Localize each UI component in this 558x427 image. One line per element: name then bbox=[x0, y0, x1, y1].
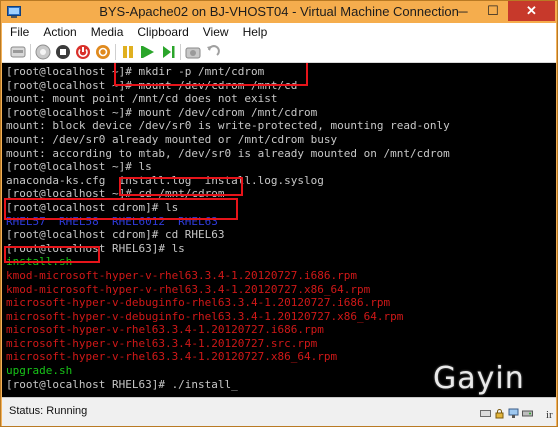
menu-clipboard[interactable]: Clipboard bbox=[129, 23, 194, 41]
terminal-line: microsoft-hyper-v-rhel63.3.4-1.20120727.… bbox=[6, 323, 324, 337]
maximize-button[interactable]: ☐ bbox=[478, 1, 508, 21]
status-bar: Status: Running bbox=[2, 397, 556, 426]
network-icon bbox=[508, 406, 519, 418]
terminal-line: microsoft-hyper-v-debuginfo-rhel63.3.4-1… bbox=[6, 309, 404, 323]
highlight-box bbox=[4, 246, 100, 263]
menu-help[interactable]: Help bbox=[235, 23, 274, 41]
terminal-line: [root@localhost cdrom]# cd RHEL63 bbox=[6, 228, 225, 242]
terminal-line: kmod-microsoft-hyper-v-rhel63.3.4-1.2012… bbox=[6, 268, 357, 282]
guest-console[interactable]: [root@localhost ~]# mkdir -p /mnt/cdrom … bbox=[2, 63, 556, 397]
menu-action[interactable]: Action bbox=[35, 23, 82, 41]
toolbar-separator bbox=[115, 44, 116, 60]
menu-file[interactable]: File bbox=[2, 23, 35, 41]
edge-text: ir bbox=[546, 409, 553, 421]
menu-view[interactable]: View bbox=[195, 23, 235, 41]
disk-icon bbox=[522, 406, 533, 417]
terminal-line: mount: mount point /mnt/cd does not exis… bbox=[6, 92, 278, 106]
highlight-box bbox=[114, 63, 308, 86]
close-button[interactable]: ✕ bbox=[508, 1, 555, 21]
menu-media[interactable]: Media bbox=[83, 23, 130, 41]
ctrl-alt-del-icon[interactable] bbox=[10, 44, 26, 60]
keyboard-icon bbox=[480, 406, 491, 417]
terminal-line: [root@localhost ~]# ls bbox=[6, 160, 152, 174]
resume-icon[interactable] bbox=[140, 44, 156, 60]
save-state-icon[interactable] bbox=[95, 44, 111, 60]
terminal-line: mount: /dev/sr0 already mounted or /mnt/… bbox=[6, 132, 338, 146]
lock-icon bbox=[494, 406, 505, 419]
terminal-line: mount: according to mtab, /dev/sr0 is al… bbox=[6, 146, 450, 160]
start-icon[interactable] bbox=[35, 44, 51, 60]
status-icons bbox=[480, 406, 533, 419]
toolbar bbox=[2, 41, 556, 63]
terminal-prompt-text: [root@localhost RHEL63]# ./install bbox=[6, 377, 232, 391]
terminal-line: kmod-microsoft-hyper-v-rhel63.3.4-1.2012… bbox=[6, 282, 371, 296]
terminal-line: microsoft-hyper-v-debuginfo-rhel63.3.4-1… bbox=[6, 296, 391, 310]
highlight-box bbox=[119, 177, 243, 196]
pause-icon[interactable] bbox=[120, 44, 136, 60]
vm-connection-window: BYS-Apache02 on BJ-VHOST04 - Virtual Mac… bbox=[0, 0, 558, 427]
terminal-line: mount: block device /dev/sr0 is write-pr… bbox=[6, 119, 450, 133]
highlight-box bbox=[4, 198, 238, 220]
reset-icon[interactable] bbox=[160, 44, 176, 60]
terminal-line: microsoft-hyper-v-rhel63.3.4-1.20120727.… bbox=[6, 336, 318, 350]
toolbar-separator bbox=[180, 44, 181, 60]
turn-off-icon[interactable] bbox=[55, 44, 71, 60]
title-bar[interactable]: BYS-Apache02 on BJ-VHOST04 - Virtual Mac… bbox=[1, 1, 557, 23]
menu-bar: File Action Media Clipboard View Help bbox=[2, 23, 556, 41]
revert-icon[interactable] bbox=[205, 44, 221, 60]
shut-down-icon[interactable] bbox=[75, 44, 91, 60]
toolbar-separator bbox=[30, 44, 31, 60]
terminal-line: anaconda-ks.cfg install.log install.log.… bbox=[6, 173, 324, 187]
watermark: Gayin bbox=[433, 361, 525, 396]
text-cursor: _ bbox=[231, 377, 238, 391]
status-text: Status: Running bbox=[9, 405, 88, 417]
snapshot-icon[interactable] bbox=[185, 44, 201, 60]
minimize-button[interactable]: ─ bbox=[448, 1, 478, 21]
terminal-line: [root@localhost ~]# mount /dev/cdrom /mn… bbox=[6, 105, 318, 119]
